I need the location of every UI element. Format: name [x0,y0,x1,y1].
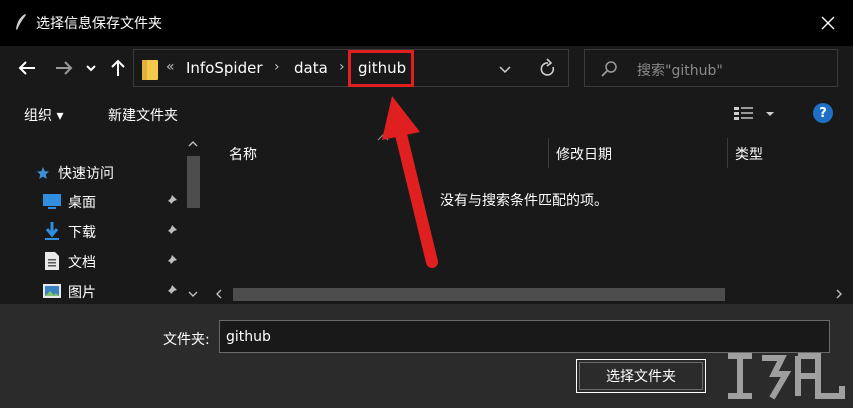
sidebar-item-quick-access[interactable]: 快速访问 [0,158,183,186]
folder-label: 文件夹: [163,332,210,348]
back-button[interactable] [16,56,38,80]
feather-icon [16,14,26,30]
highlight-box [348,50,414,87]
column-divider[interactable] [548,138,549,168]
window-title: 选择信息保存文件夹 [36,16,162,32]
sidebar-item-label: 桌面 [68,195,96,211]
up-button[interactable] [107,56,129,80]
breadcrumb-data[interactable]: data [294,59,328,77]
horizontal-scrollbar[interactable] [205,284,853,304]
sidebar-item-pictures[interactable]: 图片 [0,277,183,305]
close-icon [821,16,835,30]
search-box[interactable]: 搜索"github" [584,49,838,87]
chevron-down-icon[interactable] [496,60,514,78]
sidebar-item-label: 图片 [68,285,96,301]
column-divider[interactable] [727,138,728,168]
help-button[interactable]: ? [813,103,833,123]
recent-locations-button[interactable] [83,56,99,80]
document-icon [45,252,59,270]
sidebar-item-downloads[interactable]: 下载 [0,217,183,245]
arrow-up-icon [111,59,125,76]
address-bar[interactable]: « InfoSpider › data › github [133,49,569,87]
organize-button[interactable]: 组织 ▾ [24,105,63,125]
empty-message: 没有与搜索条件匹配的项。 [440,193,608,209]
new-folder-button[interactable]: 新建文件夹 [108,105,178,125]
pin-icon[interactable] [164,254,178,268]
close-button[interactable] [811,6,845,40]
view-options-button[interactable] [734,104,780,124]
sidebar-item-label: 快速访问 [58,166,114,182]
sidebar-item-label: 下载 [68,225,96,241]
sidebar-item-documents[interactable]: 文档 [0,247,183,275]
file-list: 名称 修改日期 类型 没有与搜索条件匹配的项。 [205,134,853,304]
breadcrumb-infospider[interactable]: InfoSpider [186,59,263,77]
column-header-name[interactable]: 名称 [229,144,257,164]
chevron-left-icon[interactable] [215,289,223,299]
sidebar-scrollbar[interactable] [183,134,203,304]
pin-icon[interactable] [164,224,178,238]
scrollbar-thumb[interactable] [187,156,200,208]
command-toolbar: 组织 ▾ 新建文件夹 ? [0,92,853,134]
chevron-up-icon[interactable] [188,140,198,148]
chevron-down-icon[interactable] [188,290,198,298]
column-header-modified[interactable]: 修改日期 [556,144,612,164]
select-folder-button[interactable]: 选择文件夹 [576,359,706,393]
watermark-logo [728,353,845,400]
search-input[interactable]: 搜索"github" [637,60,723,80]
desktop-icon [43,194,61,209]
navigation-pane: 快速访问 桌面 下载 文档 图片 [0,134,205,304]
folder-icon [142,60,158,80]
forward-button[interactable] [53,56,75,80]
search-icon [601,61,617,77]
download-icon [45,222,59,240]
pictures-icon [43,284,61,298]
chevron-down-icon [86,65,96,72]
scrollbar-thumb[interactable] [233,288,725,301]
refresh-icon[interactable] [538,58,558,80]
sidebar-item-desktop[interactable]: 桌面 [0,187,183,215]
sidebar-item-label: 文档 [68,255,96,271]
navigation-bar: « InfoSpider › data › github 搜索"github" [0,46,853,92]
breadcrumb-separator[interactable]: › [274,59,280,75]
breadcrumb-separator[interactable]: › [339,59,345,75]
sort-indicator-icon [377,134,389,141]
pin-icon[interactable] [164,194,178,208]
chevron-right-icon[interactable] [835,289,843,299]
arrow-right-icon [56,61,73,75]
arrow-left-icon [18,61,35,75]
column-header-type[interactable]: 类型 [735,144,763,164]
star-icon [37,167,49,179]
title-bar: 选择信息保存文件夹 [0,0,853,46]
overflow-chevron[interactable]: « [166,59,175,75]
pin-icon[interactable] [164,284,178,298]
